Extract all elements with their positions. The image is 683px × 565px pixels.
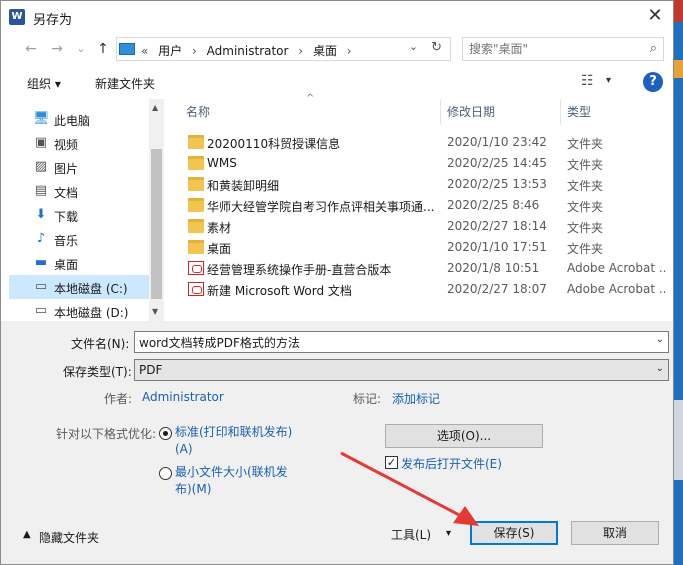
annotation-arrow-head [453,506,479,526]
background-strip-gray [674,400,683,480]
background-window-edge [674,0,683,565]
save-as-dialog: W 另存为 ✕ ← → ⌄ ↑ « 用户 › Administrator › 桌… [0,0,674,565]
annotation-arrow-shaft [340,451,464,519]
background-strip-orange [674,60,683,78]
annotation-arrow [340,451,479,526]
background-strip-red [674,0,683,22]
